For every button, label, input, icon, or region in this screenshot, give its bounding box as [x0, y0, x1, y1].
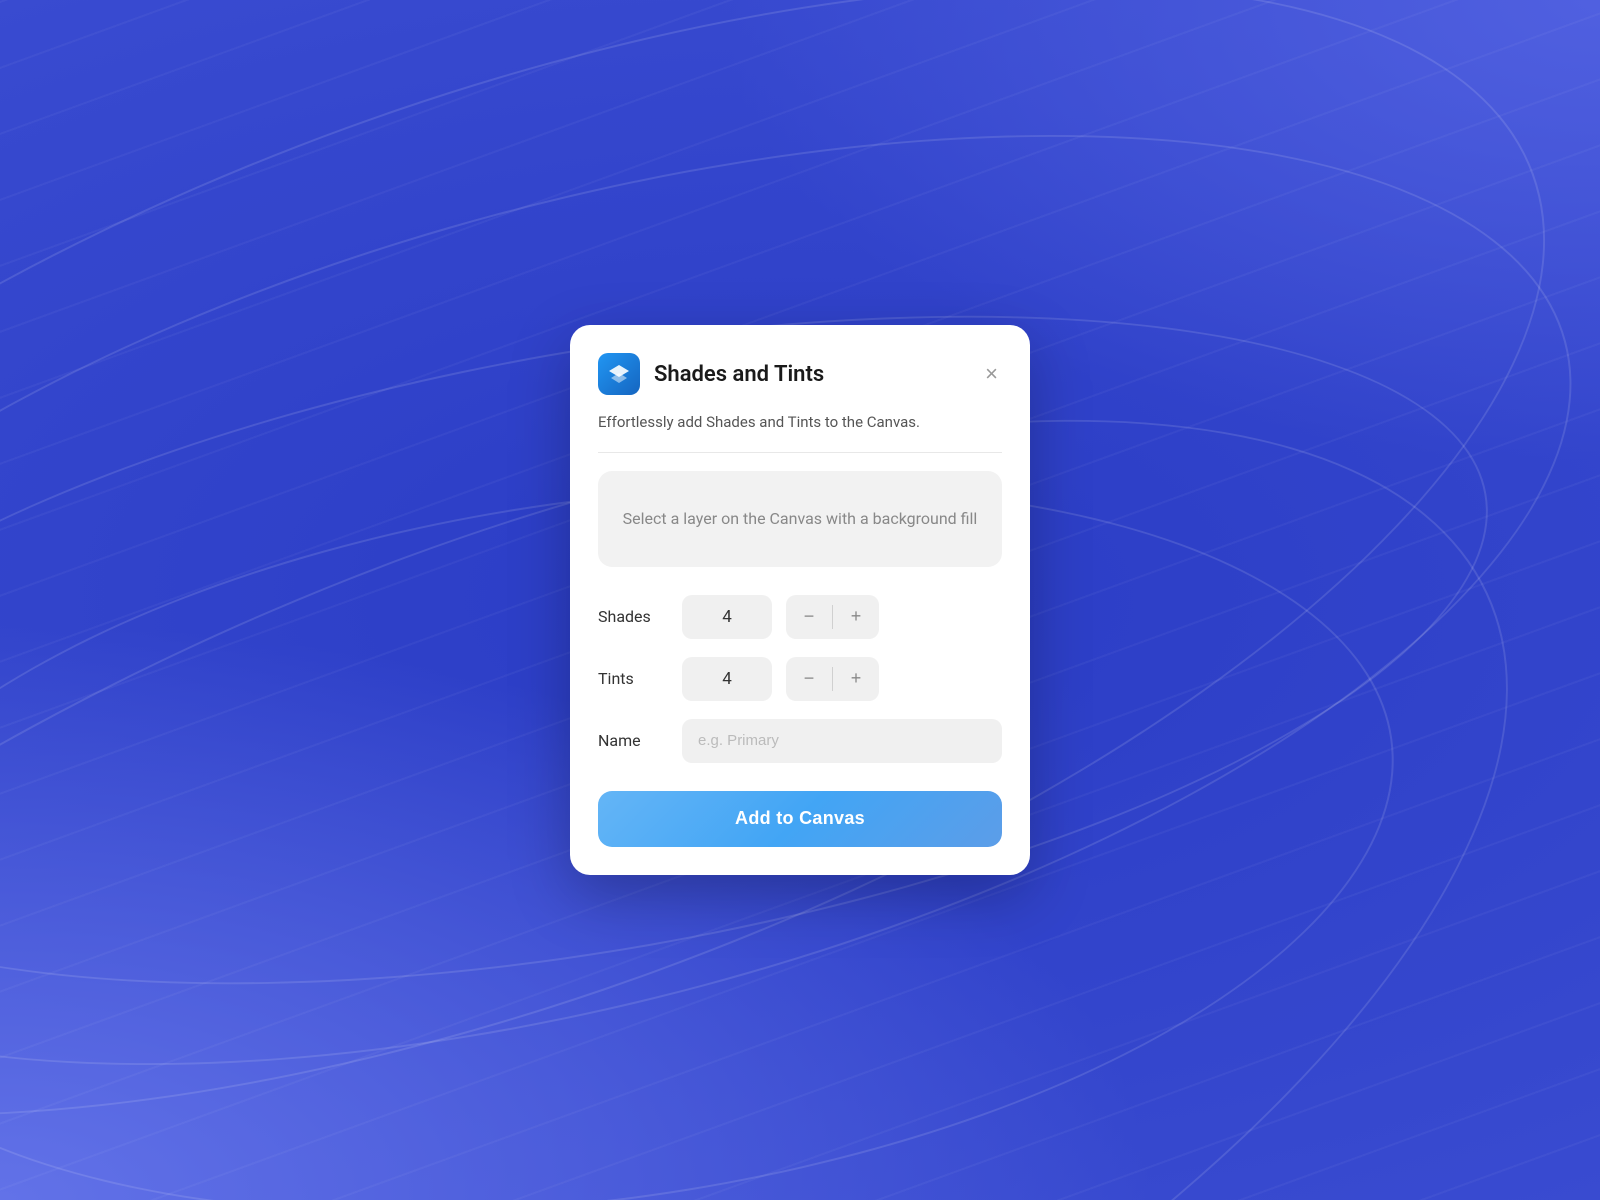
header-divider [598, 452, 1002, 453]
tints-label: Tints [598, 669, 668, 688]
name-label: Name [598, 731, 668, 750]
shades-tints-dialog: Shades and Tints × Effortlessly add Shad… [570, 325, 1030, 875]
shades-row: Shades 4 − + [598, 595, 1002, 639]
shades-stepper: − + [786, 595, 879, 639]
title-group: Shades and Tints [598, 353, 824, 395]
shades-label: Shades [598, 607, 668, 626]
shades-value-display: 4 [682, 595, 772, 639]
tints-value-display: 4 [682, 657, 772, 701]
dialog-title: Shades and Tints [654, 362, 824, 387]
dialog-description: Effortlessly add Shades and Tints to the… [598, 411, 1002, 434]
controls-section: Shades 4 − + Tints 4 − + Name [598, 595, 1002, 763]
tints-stepper: − + [786, 657, 879, 701]
name-row: Name [598, 719, 1002, 763]
tints-row: Tints 4 − + [598, 657, 1002, 701]
app-icon [598, 353, 640, 395]
selection-hint-text: Select a layer on the Canvas with a back… [623, 509, 978, 528]
tints-increment-button[interactable]: + [833, 657, 879, 701]
shades-decrement-button[interactable]: − [786, 595, 832, 639]
tints-decrement-button[interactable]: − [786, 657, 832, 701]
shades-increment-button[interactable]: + [833, 595, 879, 639]
name-input[interactable] [682, 719, 1002, 763]
add-to-canvas-button[interactable]: Add to Canvas [598, 791, 1002, 847]
selection-hint-box: Select a layer on the Canvas with a back… [598, 471, 1002, 567]
dialog-header: Shades and Tints × [598, 353, 1002, 395]
close-button[interactable]: × [981, 359, 1002, 389]
